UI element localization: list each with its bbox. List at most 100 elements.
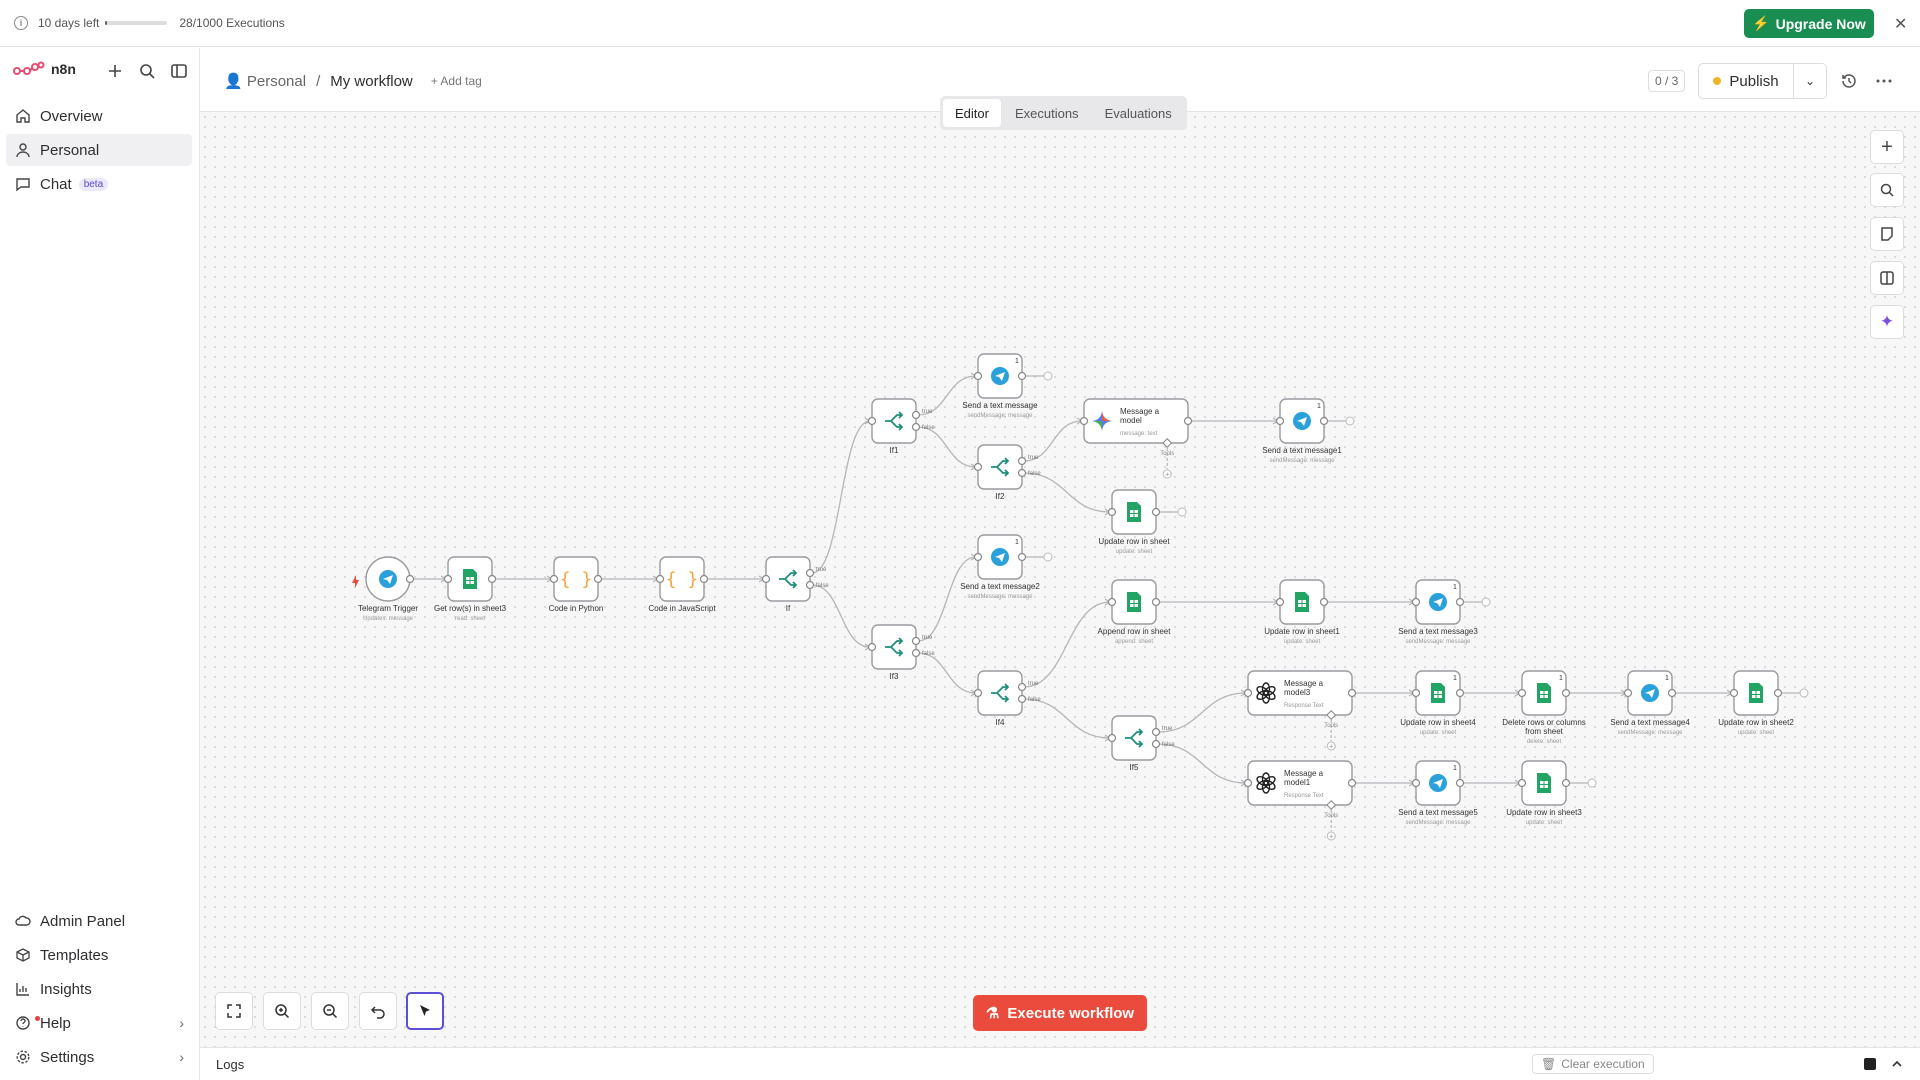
workflow-name[interactable]: My workflow: [330, 73, 413, 90]
add-node-icon[interactable]: [1481, 597, 1491, 607]
tab-executions[interactable]: Executions: [1003, 99, 1091, 127]
add-node-icon[interactable]: [1587, 778, 1597, 788]
add-node-icon[interactable]: [1043, 552, 1053, 562]
workflow-node-update-row-in-sheet1[interactable]: Update row in sheet1 update: sheet: [1264, 579, 1340, 645]
fit-view-button[interactable]: [215, 992, 253, 1030]
search-icon[interactable]: [138, 62, 156, 80]
run-count-badge: 1: [1559, 675, 1563, 682]
connection-line: [1157, 743, 1247, 784]
workflow-canvas[interactable]: Telegram Trigger Updates: message Get row(…: [200, 112, 1920, 1047]
plus-icon[interactable]: [106, 62, 124, 80]
run-count-badge: 1: [1015, 539, 1019, 546]
node-subtitle: delete: sheet: [1527, 739, 1562, 745]
workflow-node-update-row-in-sheet4[interactable]: 1 Update row in sheet4 update: sheet: [1400, 670, 1476, 736]
sidebar-item-templates[interactable]: Templates: [6, 939, 192, 971]
zoom-out-button[interactable]: [311, 992, 349, 1030]
logs-panel[interactable]: Logs: [200, 1047, 1920, 1080]
sidebar-item-label: Chat: [40, 175, 72, 193]
workflow-node-message-a-model[interactable]: Message a modelmessage: textTools+: [1079, 398, 1193, 479]
false-branch-label: false: [816, 583, 829, 589]
workflow-node-send-a-text-message3[interactable]: 1 Send a text message3 sendMessage: messag…: [1398, 579, 1478, 645]
node-subtitle: Updates: message: [363, 616, 414, 622]
workflow-node-if3[interactable]: true false If3: [867, 624, 936, 681]
chevron-right-icon: ›: [179, 1049, 184, 1065]
workflow-node-if5[interactable]: true false If5: [1107, 715, 1176, 772]
svg-text:{ }: { }: [560, 569, 593, 590]
sidebar-item-help[interactable]: Help ›: [6, 1007, 192, 1039]
sidebar-item-admin-panel[interactable]: Admin Panel: [6, 905, 192, 937]
sidebar-item-label: Admin Panel: [40, 912, 126, 930]
add-tool-icon[interactable]: +: [1165, 472, 1169, 479]
sidebar-item-settings[interactable]: Settings ›: [6, 1041, 192, 1073]
zoom-in-button[interactable]: [263, 992, 301, 1030]
sidebar-toggle-icon[interactable]: [170, 62, 188, 80]
workflow-node-code-in-javascript[interactable]: { } Code in JavaScript: [648, 556, 716, 613]
clear-execution-button[interactable]: 🗑 Clear execution: [1532, 1054, 1654, 1074]
panel-toggle-button[interactable]: [1870, 261, 1904, 295]
workflow-node-if1[interactable]: true false If1: [867, 398, 936, 455]
add-tool-icon[interactable]: +: [1329, 834, 1333, 841]
sidebar-item-label: Settings: [40, 1048, 95, 1066]
publish-count: 0 / 3: [1648, 70, 1686, 92]
workflow-node-if2[interactable]: true false If2: [973, 444, 1042, 501]
ai-assistant-button[interactable]: ✦: [1870, 305, 1904, 339]
publish-dropdown-button[interactable]: ⌄: [1793, 63, 1827, 99]
workflow-node-send-a-text-message1[interactable]: 1 Send a text message1 sendMessage: messag…: [1262, 398, 1342, 464]
node-label: Update row in sheet2: [1718, 718, 1794, 727]
popout-icon[interactable]: [1862, 1056, 1878, 1072]
select-mode-button[interactable]: [406, 992, 444, 1030]
gear-icon: [16, 1050, 30, 1064]
tab-evaluations[interactable]: Evaluations: [1093, 99, 1184, 127]
execute-workflow-button[interactable]: ⚗ Execute workflow: [973, 995, 1147, 1031]
workflow-node-send-a-text-message4[interactable]: 1 Send a text message4 sendMessage: messag…: [1610, 670, 1690, 736]
execute-label: Execute workflow: [1007, 1004, 1135, 1022]
workflow-node-telegram-trigger[interactable]: Telegram Trigger Updates: message: [352, 556, 418, 622]
cloud-icon: [15, 915, 31, 926]
workflow-node-code-in-python[interactable]: { } Code in Python: [549, 556, 604, 613]
workflow-node-message-a-model3[interactable]: Message a model3Response TextTools+: [1243, 670, 1357, 751]
add-node-icon[interactable]: [1345, 416, 1355, 426]
undo-button[interactable]: [359, 992, 397, 1030]
connection-line: [811, 584, 871, 648]
workflow-node-get-row-s-in-sheet3[interactable]: Get row(s) in sheet3 read: sheet: [434, 556, 507, 622]
sidebar-item-insights[interactable]: Insights: [6, 973, 192, 1005]
sticky-note-button[interactable]: [1870, 217, 1904, 251]
add-node-button[interactable]: +: [1870, 130, 1904, 164]
sidebar-item-chat[interactable]: Chat beta: [6, 168, 192, 200]
workflow-node-update-row-in-sheet[interactable]: Update row in sheet update: sheet: [1098, 489, 1170, 555]
add-tag-button[interactable]: + Add tag: [431, 74, 482, 88]
workflow-node-if4[interactable]: true false If4: [973, 670, 1042, 727]
node-subtitle: sendMessage: message: [967, 413, 1033, 419]
workflow-node-delete-rows-or-columns-from-sheet[interactable]: 1 Delete rows or columns from sheet delete:…: [1502, 670, 1586, 745]
workflow-node-send-a-text-message5[interactable]: 1 Send a text message5 sendMessage: messag…: [1398, 760, 1478, 826]
workflow-node-send-a-text-message[interactable]: 1 Send a text message sendMessage: message: [962, 353, 1038, 419]
sidebar-item-overview[interactable]: Overview: [6, 100, 192, 132]
workflow-node-update-row-in-sheet2[interactable]: Update row in sheet2 update: sheet: [1718, 670, 1794, 736]
add-tool-icon[interactable]: +: [1329, 744, 1333, 751]
n8n-logo[interactable]: n8n: [13, 61, 76, 77]
add-node-icon[interactable]: [1177, 507, 1187, 517]
add-node-icon[interactable]: [1799, 688, 1809, 698]
clear-label: Clear execution: [1561, 1057, 1645, 1071]
executions-count: 28/1000 Executions: [179, 16, 285, 30]
workflow-node-update-row-in-sheet3[interactable]: Update row in sheet3 update: sheet: [1506, 760, 1582, 826]
close-banner-icon[interactable]: ✕: [1894, 14, 1907, 34]
sidebar-item-personal[interactable]: Personal: [6, 134, 192, 166]
more-options-icon[interactable]: [1875, 72, 1893, 90]
workflow-node-send-a-text-message2[interactable]: 1 Send a text message2 sendMessage: messag…: [960, 534, 1040, 600]
workflow-node-message-a-model1[interactable]: Message a model1Response TextTools+: [1243, 760, 1357, 841]
tab-editor[interactable]: Editor: [943, 99, 1001, 127]
workflow-node-if[interactable]: true false If: [761, 556, 830, 613]
user-icon: [16, 143, 30, 158]
run-count-badge: 1: [1665, 675, 1669, 682]
brand-name: n8n: [51, 61, 76, 77]
chevron-up-icon[interactable]: [1891, 1058, 1903, 1070]
add-node-icon[interactable]: [1043, 371, 1053, 381]
publish-button[interactable]: Publish: [1698, 63, 1794, 99]
workflow-node-append-row-in-sheet[interactable]: Append row in sheet append: sheet: [1098, 579, 1172, 645]
true-branch-label: true: [816, 567, 827, 573]
search-nodes-button[interactable]: [1870, 173, 1904, 207]
history-icon[interactable]: [1840, 72, 1858, 90]
project-link[interactable]: 👤 Personal: [224, 72, 306, 90]
upgrade-button[interactable]: ⚡ Upgrade Now: [1744, 9, 1874, 38]
